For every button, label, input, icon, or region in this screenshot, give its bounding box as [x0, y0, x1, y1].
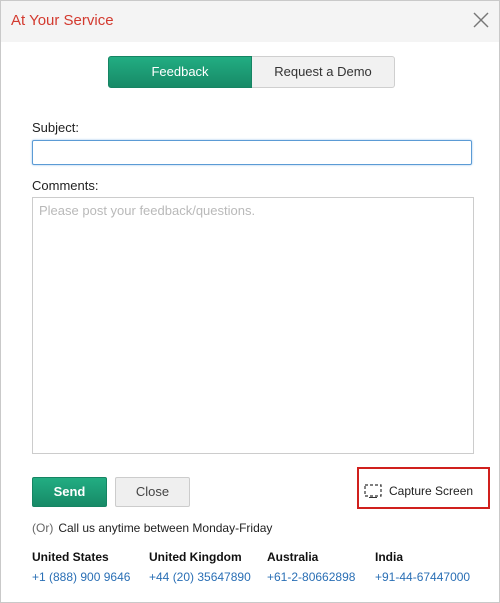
capture-screen-button[interactable]: Capture Screen: [357, 467, 490, 509]
country-name: United States: [32, 550, 109, 564]
contact-us: United States +1 (888) 900 9646: [32, 550, 130, 584]
capture-screen-label: Capture Screen: [389, 484, 474, 498]
country-name: India: [375, 550, 404, 564]
phone-link-uk[interactable]: +44 (20) 35647890: [149, 570, 251, 584]
contact-uk: United Kingdom +44 (20) 35647890: [149, 550, 251, 584]
call-text: Call us anytime between Monday-Friday: [58, 521, 273, 535]
phone-link-us[interactable]: +1 (888) 900 9646: [32, 570, 130, 584]
contact-intro: (Or) Call us anytime between Monday-Frida…: [32, 521, 272, 535]
tab-feedback[interactable]: Feedback: [108, 56, 252, 88]
country-name: United Kingdom: [149, 550, 242, 564]
close-dialog-button[interactable]: [471, 10, 491, 30]
contact-india: India +91-44-67447000: [375, 550, 470, 584]
screen-capture-icon: [364, 484, 382, 498]
dialog-title: At Your Service: [11, 12, 114, 29]
close-icon: [473, 12, 489, 28]
contact-australia: Australia +61-2-80662898: [267, 550, 355, 584]
dialog-titlebar: At Your Service: [1, 1, 499, 42]
close-button[interactable]: Close: [115, 477, 190, 507]
country-name: Australia: [267, 550, 319, 564]
tab-request-demo[interactable]: Request a Demo: [252, 56, 395, 88]
phone-link-australia[interactable]: +61-2-80662898: [267, 570, 355, 584]
phone-link-india[interactable]: +91-44-67447000: [375, 570, 470, 584]
tab-bar: Feedback Request a Demo: [108, 56, 395, 88]
subject-label: Subject:: [32, 120, 79, 135]
send-button[interactable]: Send: [32, 477, 107, 507]
feedback-dialog: At Your Service Feedback Request a Demo …: [0, 0, 500, 603]
comments-label: Comments:: [32, 178, 99, 193]
subject-input[interactable]: [32, 140, 472, 165]
or-label: (Or): [32, 521, 54, 535]
comments-textarea[interactable]: [32, 197, 474, 454]
